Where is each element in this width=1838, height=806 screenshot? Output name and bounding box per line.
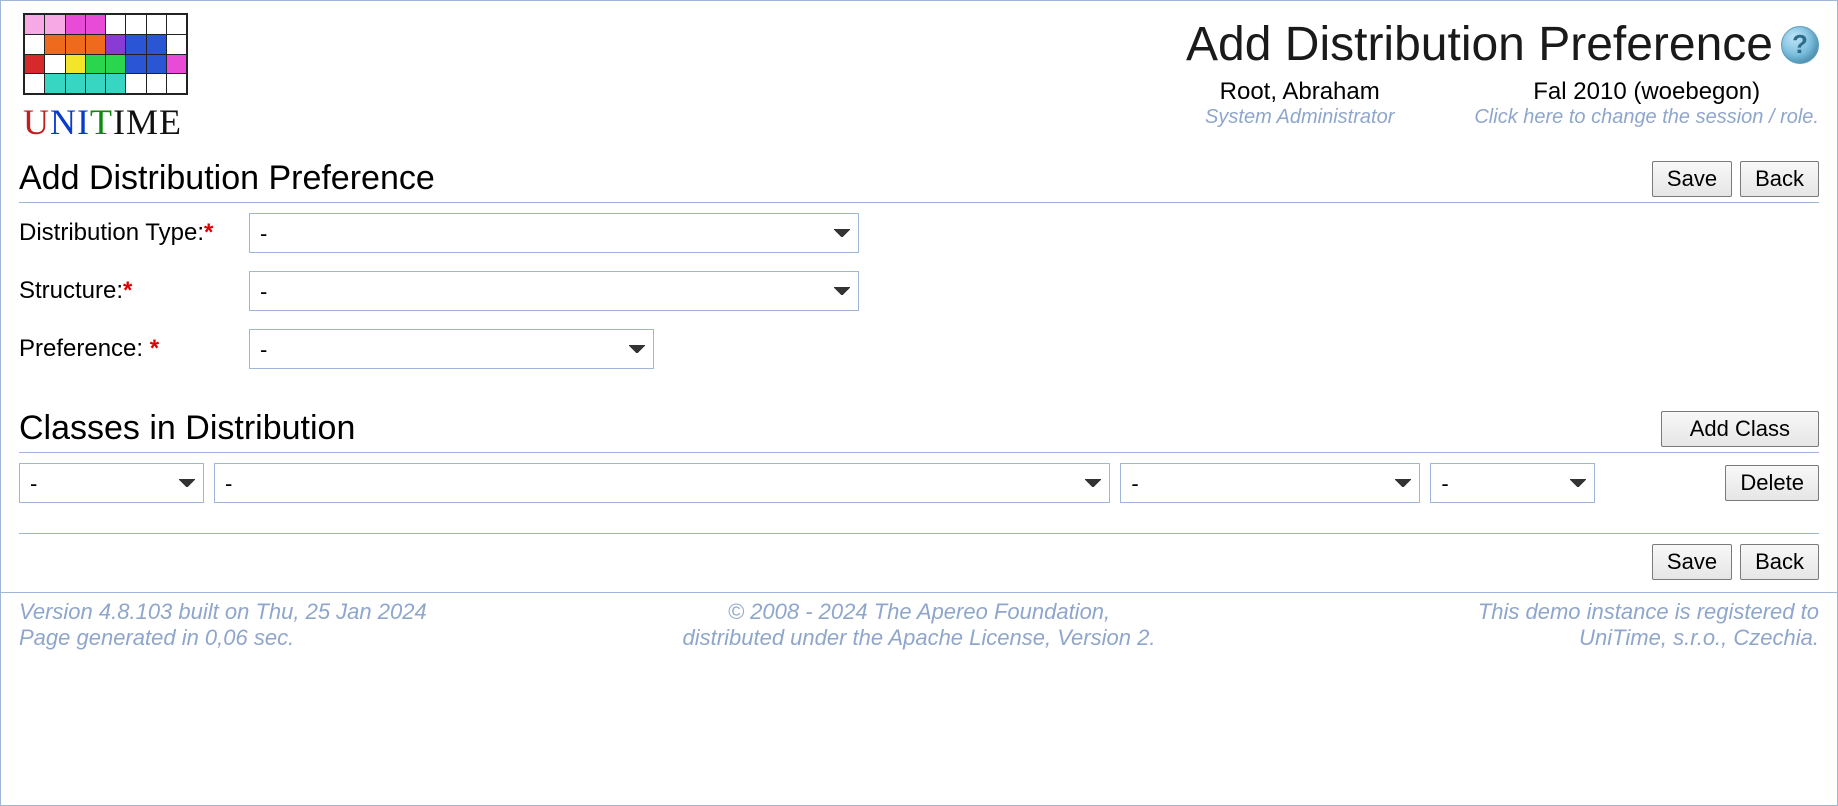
class-subject-select[interactable]: - — [19, 463, 204, 503]
footer-registration-1: This demo instance is registered to — [1219, 599, 1819, 625]
section-title-classes: Classes in Distribution — [19, 409, 1661, 448]
page-title: Add Distribution Preference — [1186, 17, 1773, 72]
footer-gen-time: Page generated in 0,06 sec. — [19, 625, 619, 651]
structure-label: Structure:* — [19, 277, 249, 305]
back-button-top[interactable]: Back — [1740, 161, 1819, 197]
structure-select[interactable]: - — [249, 271, 859, 311]
class-number-select[interactable]: - — [1430, 463, 1595, 503]
class-subpart-select[interactable]: - — [1120, 463, 1420, 503]
preference-select[interactable]: - — [249, 329, 654, 369]
current-user-role: System Administrator — [1205, 106, 1394, 129]
distribution-type-select[interactable]: - — [249, 213, 859, 253]
app-wordmark: UNITIME — [23, 101, 188, 143]
distribution-type-label: Distribution Type:* — [19, 219, 249, 247]
app-logo: UNITIME — [23, 13, 188, 143]
current-user-name: Root, Abraham — [1205, 78, 1394, 106]
footer-version: Version 4.8.103 built on Thu, 25 Jan 202… — [19, 599, 619, 625]
footer-copyright-2: distributed under the Apache License, Ve… — [619, 625, 1219, 651]
back-button-bottom[interactable]: Back — [1740, 544, 1819, 580]
change-session-link[interactable]: Click here to change the session / role. — [1474, 106, 1819, 129]
footer-registration-2: UniTime, s.r.o., Czechia. — [1219, 625, 1819, 651]
footer-copyright-1: © 2008 - 2024 The Apereo Foundation, — [619, 599, 1219, 625]
current-session-name: Fal 2010 (woebegon) — [1474, 78, 1819, 106]
help-icon[interactable]: ? — [1781, 26, 1819, 64]
save-button-top[interactable]: Save — [1652, 161, 1732, 197]
save-button-bottom[interactable]: Save — [1652, 544, 1732, 580]
section-title-add-pref: Add Distribution Preference — [19, 159, 1652, 198]
preference-label: Preference: * — [19, 335, 249, 363]
class-row: - - - - Delete — [19, 463, 1819, 503]
delete-class-button[interactable]: Delete — [1725, 465, 1819, 501]
add-class-button[interactable]: Add Class — [1661, 411, 1819, 447]
class-course-select[interactable]: - — [214, 463, 1110, 503]
